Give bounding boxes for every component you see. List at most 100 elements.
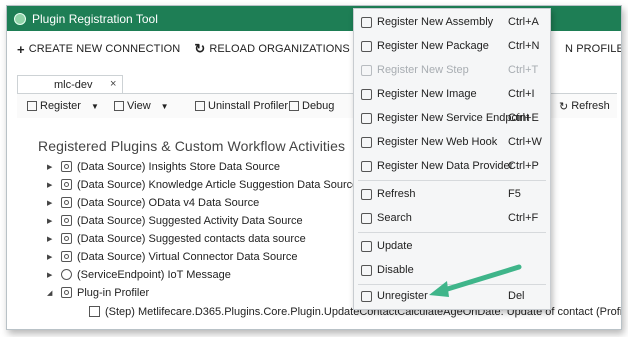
tree-item[interactable]: ▶ (Data Source) Suggested contacts data …	[47, 230, 306, 247]
menu-item-label: Register New Data Provider	[377, 160, 514, 172]
expand-icon[interactable]: ▶	[47, 181, 57, 189]
package-icon	[361, 40, 372, 52]
tree-item-label: (Data Source) Virtual Connector Data Sou…	[77, 250, 298, 263]
tree-item[interactable]: ▶ (Data Source) Insights Store Data Sour…	[47, 158, 280, 175]
tree-item[interactable]: ▶ (Data Source) Knowledge Article Sugges…	[47, 176, 358, 193]
menu-item-register-new-assembly[interactable]: Register New Assembly Ctrl+A	[354, 11, 550, 33]
tree-item[interactable]: ▶ (Data Source) Suggested Activity Data …	[47, 212, 303, 229]
menu-item-shortcut: F5	[508, 188, 521, 200]
create-connection-button[interactable]: + CREATE NEW CONNECTION	[17, 42, 180, 57]
collapse-icon[interactable]: ◢	[47, 289, 57, 297]
app-logo-icon	[14, 12, 26, 25]
menu-divider	[358, 232, 546, 233]
menu-item-update[interactable]: Update	[354, 235, 550, 257]
tree-item-label: (ServiceEndpoint) IoT Message	[77, 268, 231, 281]
view-dropdown[interactable]: View ▼	[114, 100, 169, 112]
expand-icon[interactable]: ▶	[47, 271, 57, 279]
uninstall-profiler-button[interactable]: Uninstall Profiler	[195, 100, 288, 112]
debug-label: Debug	[302, 100, 335, 112]
disable-icon	[361, 264, 372, 276]
menu-item-label: Search	[377, 212, 412, 224]
menu-item-register-new-package[interactable]: Register New Package Ctrl+N	[354, 35, 550, 57]
menu-item-shortcut: Ctrl+E	[508, 112, 539, 124]
menu-item-label: Register New Assembly	[377, 16, 494, 28]
menu-item-label: Register New Package	[377, 40, 489, 52]
search-icon	[361, 212, 372, 224]
menu-item-label: Update	[377, 240, 413, 252]
register-dropdown[interactable]: Register ▼	[27, 100, 99, 112]
chevron-down-icon: ▼	[160, 101, 169, 111]
menu-item-register-new-data-provider[interactable]: Register New Data Provider Ctrl+P	[354, 155, 550, 177]
menu-item-shortcut: Ctrl+A	[508, 16, 539, 28]
menu-item-register-new-web-hook[interactable]: Register New Web Hook Ctrl+W	[354, 131, 550, 153]
menu-item-label: Unregister	[377, 290, 428, 302]
tree-item-label: (Data Source) Insights Store Data Source	[77, 160, 280, 173]
datasource-icon	[61, 251, 72, 262]
menu-item-refresh[interactable]: Refresh F5	[354, 183, 550, 205]
menu-item-label: Register New Service Endpoint	[377, 112, 530, 124]
menu-item-register-new-service-endpoint[interactable]: Register New Service Endpoint Ctrl+E	[354, 107, 550, 129]
menu-item-label: Register New Image	[377, 88, 477, 100]
menu-item-label: Refresh	[377, 188, 416, 200]
register-label: Register	[40, 100, 81, 112]
tree-item-label: (Data Source) OData v4 Data Source	[77, 196, 260, 209]
refresh-label: Refresh	[571, 100, 610, 112]
tab-label: mlc-dev	[54, 79, 93, 91]
step-icon	[361, 64, 372, 76]
menu-item-shortcut: Ctrl+T	[508, 64, 539, 76]
tree-item[interactable]: ▶ (ServiceEndpoint) IoT Message	[47, 266, 231, 283]
menu-item-register-new-step: Register New Step Ctrl+T	[354, 59, 550, 81]
menu-item-label: Register New Web Hook	[377, 136, 498, 148]
menu-item-shortcut: Ctrl+N	[508, 40, 540, 52]
tree-item[interactable]: ▶ (Data Source) OData v4 Data Source	[47, 194, 259, 211]
tab-mlc-dev[interactable]: mlc-dev ×	[17, 75, 123, 94]
expand-icon[interactable]: ▶	[47, 253, 57, 261]
reload-organizations-label: RELOAD ORGANIZATIONS	[209, 43, 350, 55]
image-icon	[361, 88, 372, 100]
app-window: Plugin Registration Tool + CREATE NEW CO…	[6, 5, 622, 330]
menu-item-register-new-image[interactable]: Register New Image Ctrl+I	[354, 83, 550, 105]
datasource-icon	[61, 215, 72, 226]
menu-item-label: Register New Step	[377, 64, 469, 76]
menu-item-search[interactable]: Search Ctrl+F	[354, 207, 550, 229]
page-title: Registered Plugins & Custom Workflow Act…	[38, 138, 346, 154]
profile-button[interactable]: N PROFILE	[565, 43, 622, 55]
annotation-arrow-icon	[429, 264, 522, 297]
debug-button[interactable]: Debug	[289, 100, 334, 112]
plus-icon: +	[17, 41, 25, 57]
tree-item-label: Plug-in Profiler	[77, 286, 150, 299]
menu-divider	[358, 180, 546, 181]
menu-item-label: Disable	[377, 264, 414, 276]
view-icon	[114, 101, 124, 111]
datasource-icon	[61, 197, 72, 208]
reload-organizations-button[interactable]: ↻ RELOAD ORGANIZATIONS	[194, 41, 350, 57]
register-icon	[27, 101, 37, 111]
service-endpoint-icon	[361, 112, 372, 124]
step-icon	[89, 306, 100, 317]
create-connection-label: CREATE NEW CONNECTION	[28, 43, 181, 55]
datasource-icon	[61, 179, 72, 190]
data-provider-icon	[361, 160, 372, 172]
assembly-icon	[361, 16, 372, 28]
tree-item[interactable]: ◢ Plug-in Profiler	[47, 284, 149, 301]
refresh-icon	[361, 188, 372, 200]
uninstall-profiler-label: Uninstall Profiler	[208, 100, 289, 112]
refresh-icon: ↻	[559, 100, 569, 113]
tree-item[interactable]: ▶ (Data Source) Virtual Connector Data S…	[47, 248, 298, 265]
expand-icon[interactable]: ▶	[47, 217, 57, 225]
expand-icon[interactable]: ▶	[47, 199, 57, 207]
close-icon[interactable]: ×	[110, 78, 116, 90]
chevron-down-icon: ▼	[90, 101, 99, 111]
expand-icon[interactable]: ▶	[47, 163, 57, 171]
menu-item-shortcut: Ctrl+P	[508, 160, 539, 172]
expand-icon[interactable]: ▶	[47, 235, 57, 243]
tree-item-label: (Data Source) Suggested contacts data so…	[77, 232, 306, 245]
menu-item-shortcut: Ctrl+I	[508, 88, 535, 100]
web-hook-icon	[361, 136, 372, 148]
profile-label: N PROFILE	[565, 43, 622, 55]
refresh-button[interactable]: ↻ Refresh	[559, 100, 610, 113]
update-icon	[361, 240, 372, 252]
menu-item-shortcut: Ctrl+F	[508, 212, 539, 224]
datasource-icon	[61, 161, 72, 172]
uninstall-icon	[195, 101, 205, 111]
